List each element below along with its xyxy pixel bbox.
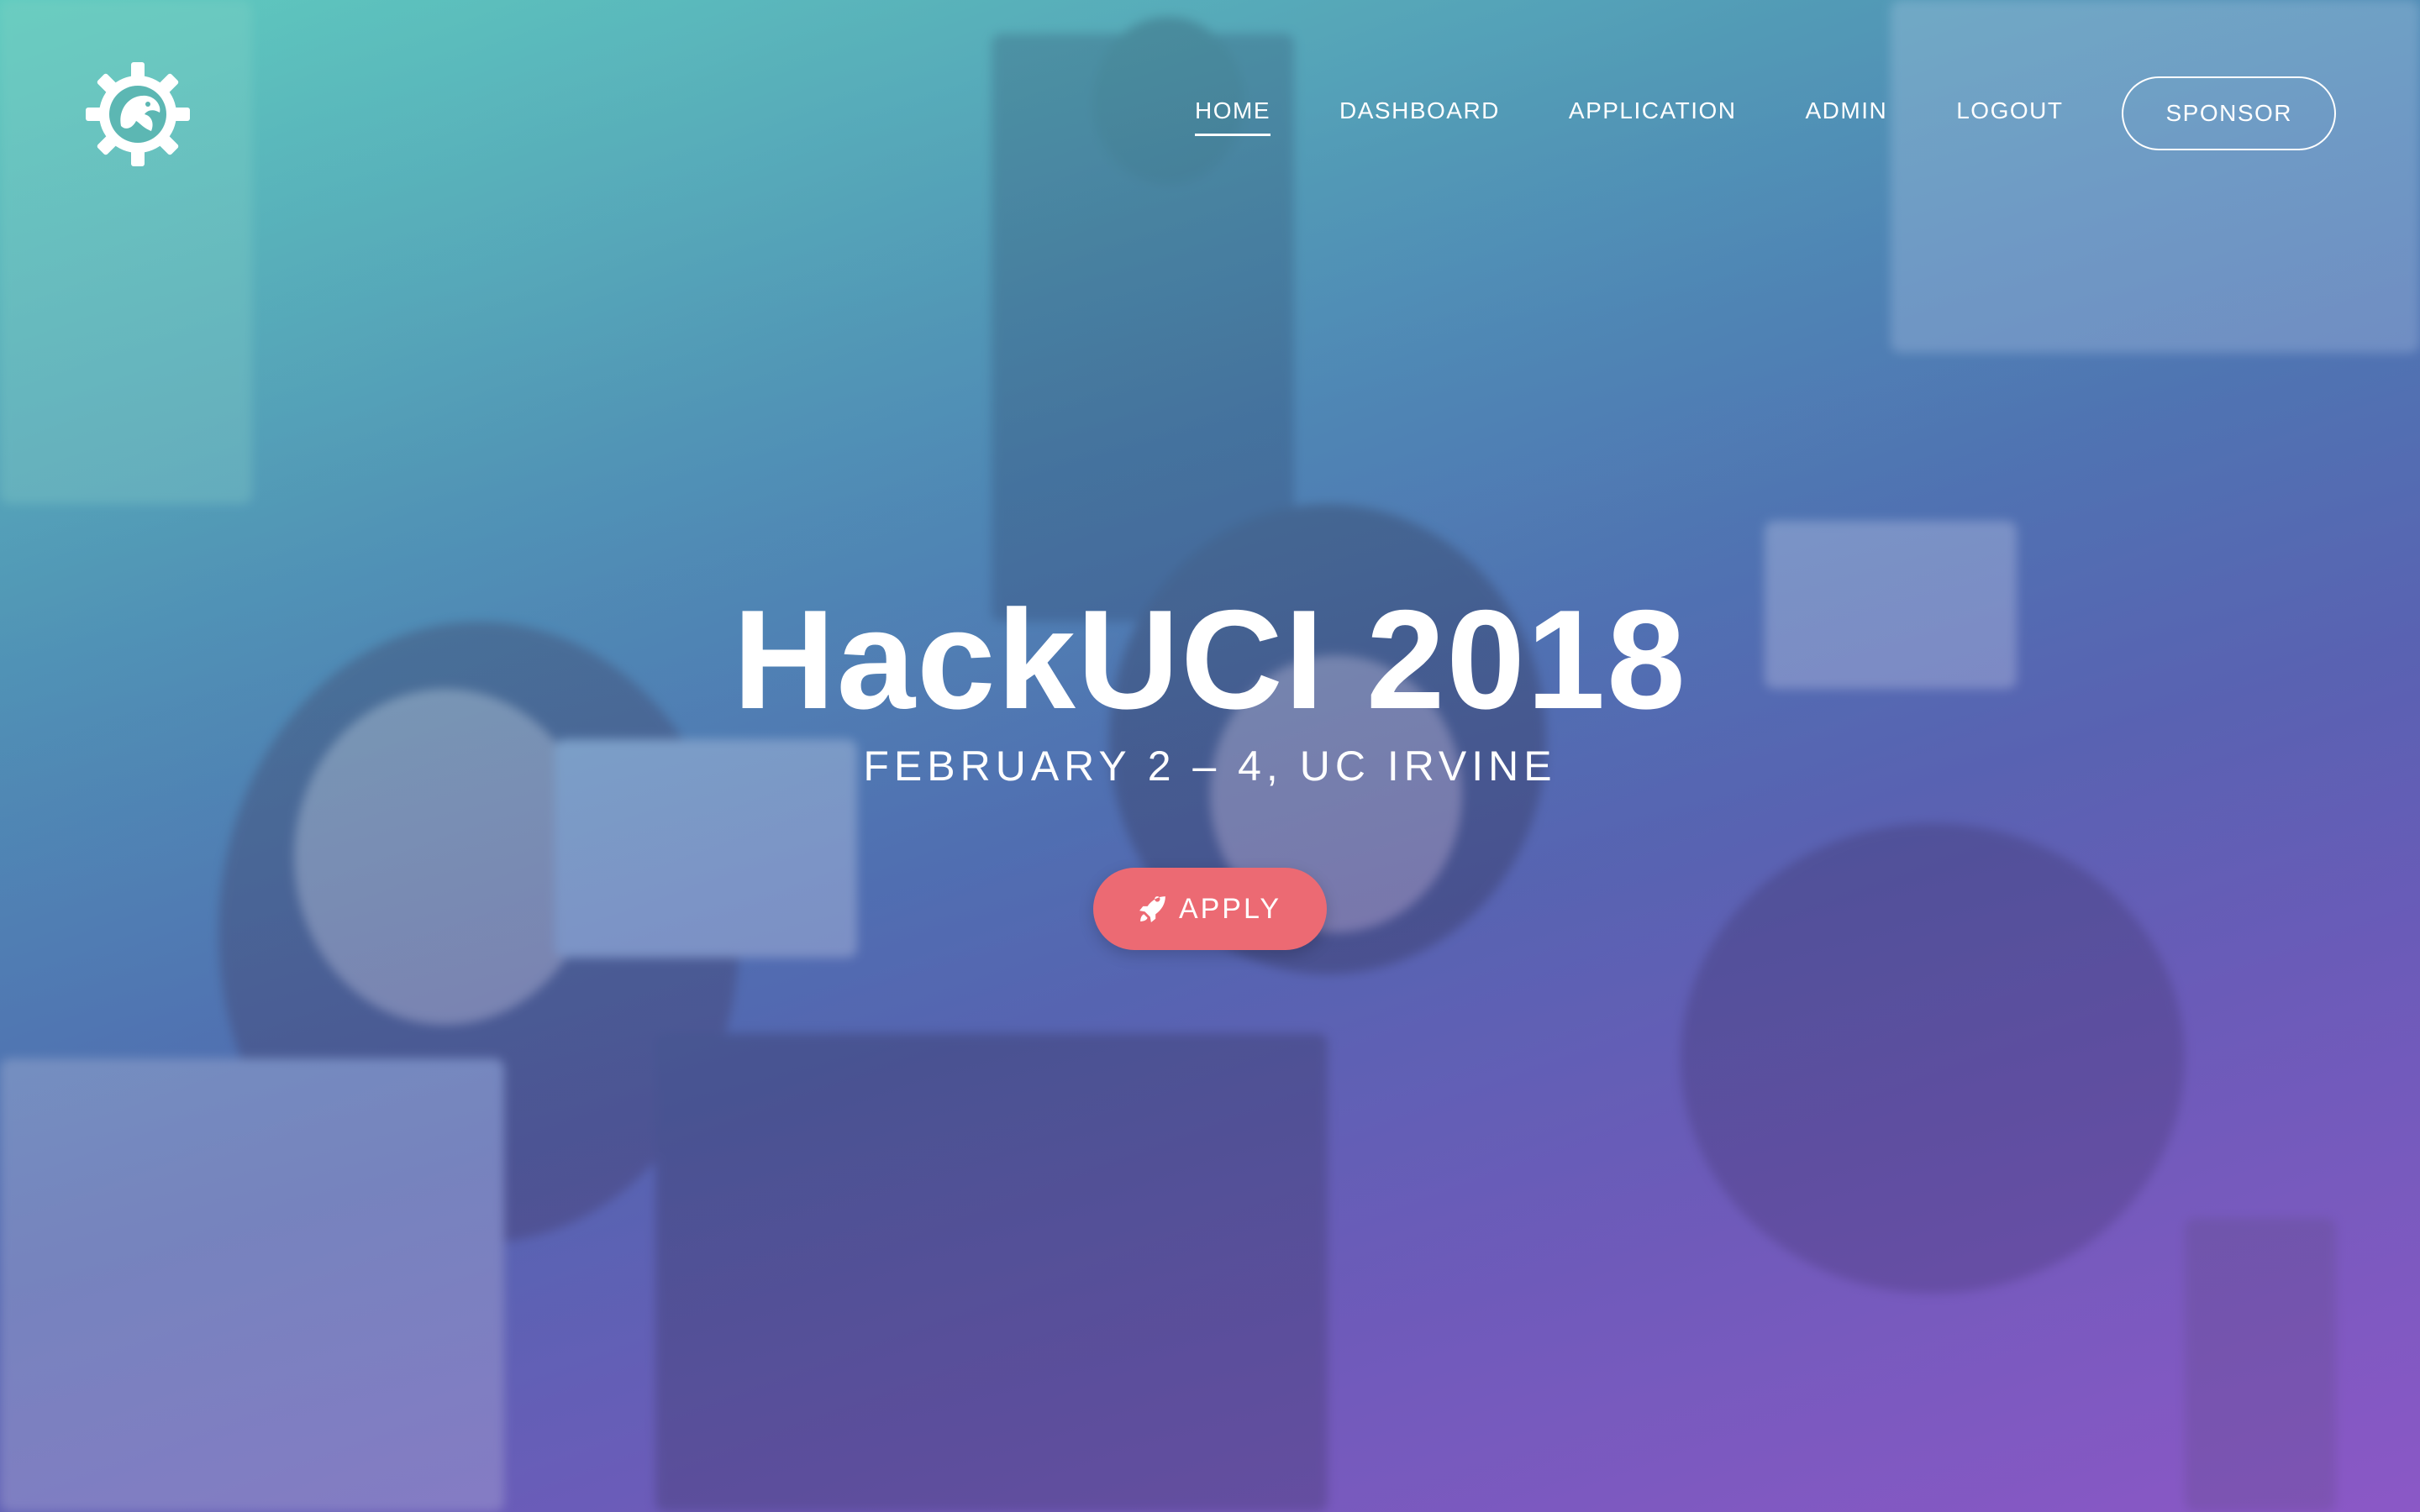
apply-button[interactable]: APPLY [1093,868,1327,950]
nav-dashboard[interactable]: DASHBOARD [1339,91,1500,136]
nav-admin[interactable]: ADMIN [1806,91,1888,136]
sponsor-button[interactable]: SPONSOR [2122,76,2336,150]
apply-label: APPLY [1178,892,1282,925]
nav-logout[interactable]: LOGOUT [1956,91,2063,136]
nav-home[interactable]: HOME [1195,91,1271,136]
hero-section: HOME DASHBOARD APPLICATION ADMIN LOGOUT … [0,0,2420,1512]
main-nav: HOME DASHBOARD APPLICATION ADMIN LOGOUT … [1126,76,2336,151]
rocket-icon [1139,895,1167,923]
event-dates-location: FEBRUARY 2 – 4, UC IRVINE [863,743,1557,790]
event-title: HackUCI 2018 [733,580,1687,738]
gear-anteater-logo-icon[interactable] [84,60,192,168]
nav-application[interactable]: APPLICATION [1569,91,1737,136]
